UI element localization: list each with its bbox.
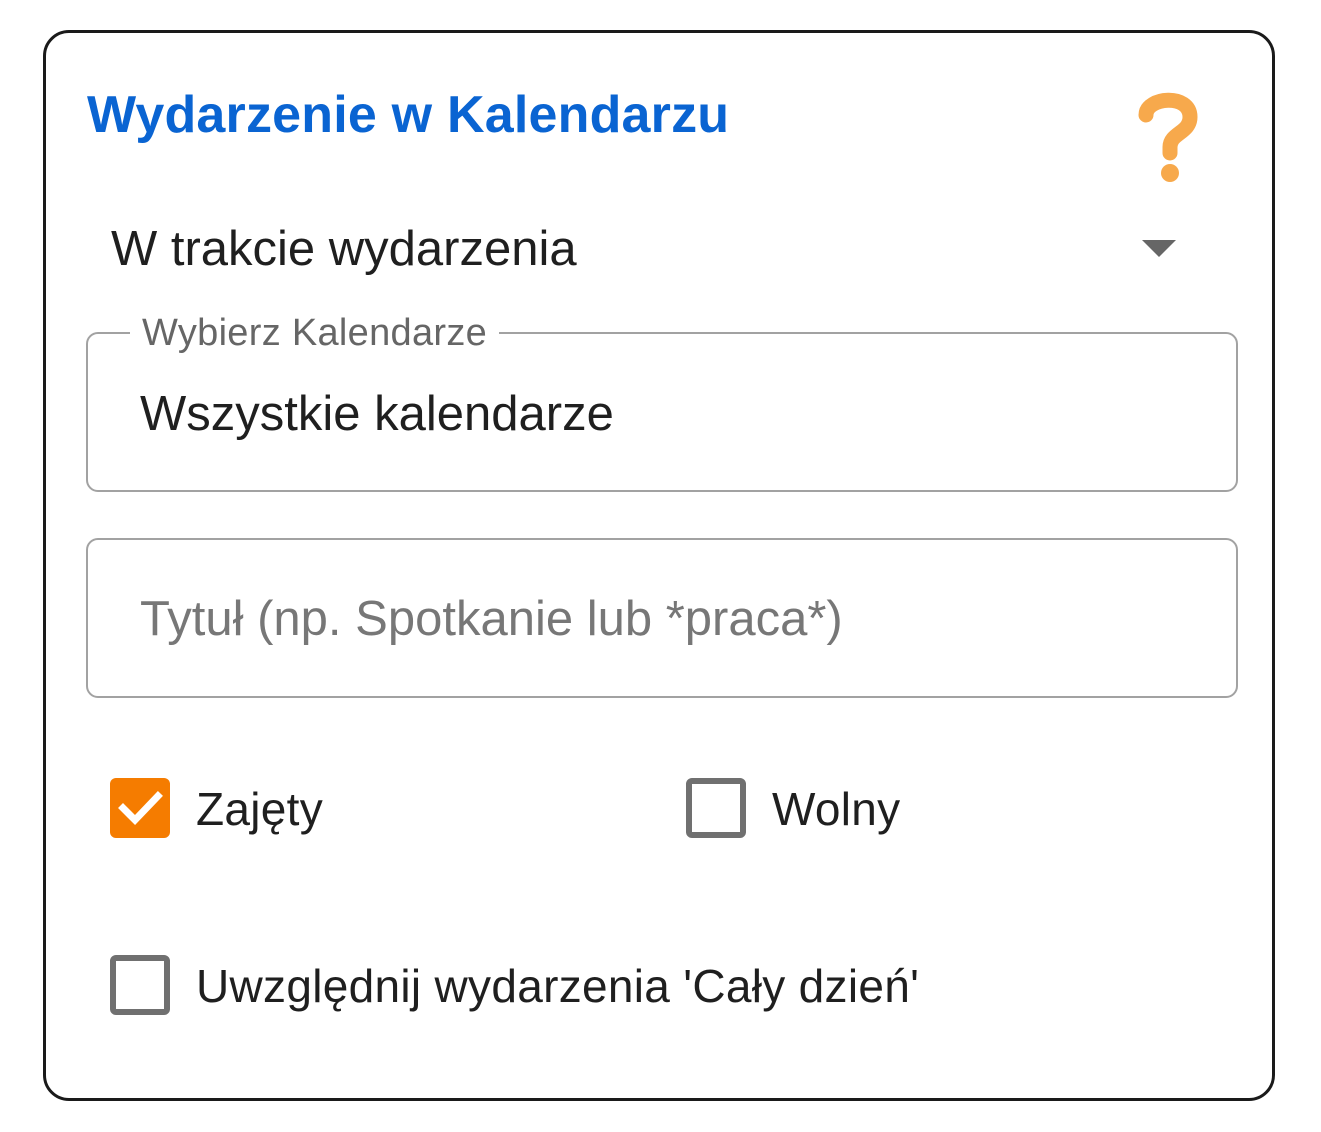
all-day-checkbox-label: Uwzględnij wydarzenia 'Cały dzień'	[196, 960, 920, 1012]
question-mark-icon[interactable]	[1138, 89, 1198, 185]
title-filter-input[interactable]	[140, 584, 1180, 654]
title-filter-field[interactable]	[86, 538, 1238, 698]
all-day-checkbox[interactable]	[110, 955, 170, 1015]
busy-checkbox[interactable]	[110, 778, 170, 838]
dropdown-arrow-icon	[1142, 240, 1176, 257]
busy-checkbox-label: Zajęty	[196, 783, 324, 835]
calendar-select-value: Wszystkie kalendarze	[140, 387, 614, 441]
all-day-checkbox-row[interactable]: Uwzględnij wydarzenia 'Cały dzień'	[110, 955, 1010, 1021]
free-checkbox-label: Wolny	[772, 783, 901, 835]
free-checkbox-row[interactable]: Wolny	[686, 778, 1086, 844]
calendar-select-label: Wybierz Kalendarze	[130, 312, 500, 355]
card-title: Wydarzenie w Kalendarzu	[87, 86, 730, 144]
event-state-value: W trakcie wydarzenia	[111, 222, 577, 276]
calendar-event-card: Wydarzenie w Kalendarzu W trakcie wydarz…	[43, 30, 1275, 1101]
busy-checkbox-row[interactable]: Zajęty	[110, 778, 530, 844]
checkmark-icon	[118, 791, 163, 826]
free-checkbox[interactable]	[686, 778, 746, 838]
event-state-dropdown[interactable]: W trakcie wydarzenia	[111, 213, 1191, 283]
calendar-select-field[interactable]: Wybierz Kalendarze Wszystkie kalendarze	[86, 312, 1238, 492]
